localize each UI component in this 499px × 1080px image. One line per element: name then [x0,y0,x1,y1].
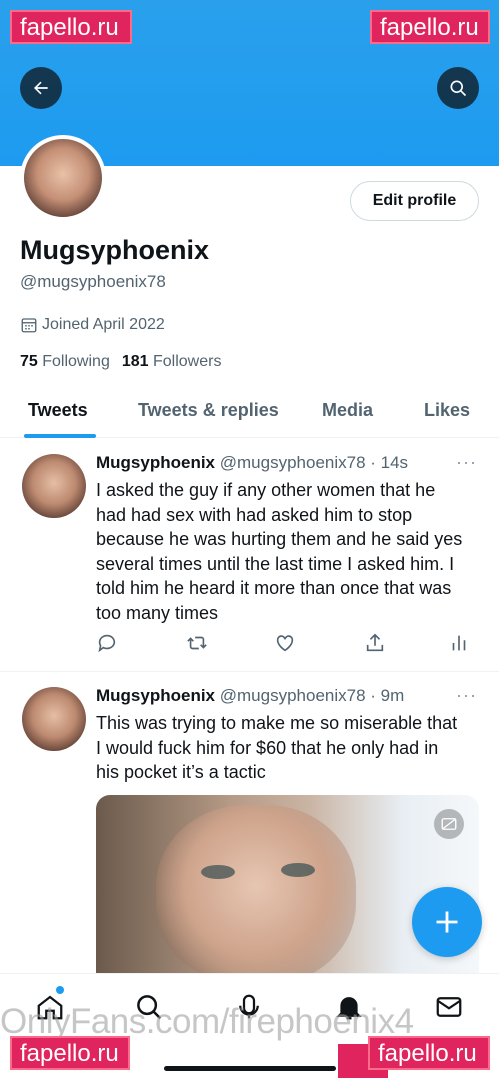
thumbnail-detail [201,865,235,879]
watermark-top-left: fapello.ru [10,10,132,44]
arrow-left-icon [34,81,48,95]
like-icon[interactable] [274,632,296,654]
search-icon [450,80,467,97]
joined-text: Joined April 2022 [42,316,165,333]
thumbnail-detail [281,863,315,877]
edit-profile-button[interactable]: Edit profile [350,181,479,221]
tab-tweets[interactable]: Tweets [28,400,88,421]
watermark-bottom-right: fapello.ru [368,1036,490,1070]
tweet-actions [96,632,476,656]
display-name: Mugsyphoenix [20,235,210,265]
home-notification-dot [56,986,64,994]
followers-label: Followers [153,353,222,370]
tweet-text: I asked the guy if any other women that … [96,480,463,623]
joined-date: Joined April 2022 [20,316,165,334]
followers-link[interactable]: 181 Followers [122,353,222,371]
following-link[interactable]: 75 Following [20,353,110,371]
followers-count: 181 [121,353,149,370]
tweet-header: Mugsyphoenix @mugsyphoenix78 · 14s [96,453,408,473]
tweet-avatar[interactable] [22,687,86,751]
tweet-header: Mugsyphoenix @mugsyphoenix78 · 9m [96,686,404,706]
back-button[interactable] [20,67,62,109]
tab-likes[interactable]: Likes [424,400,470,421]
analytics-icon[interactable] [448,632,470,654]
retweet-icon[interactable] [186,632,208,654]
tab-media[interactable]: Media [322,400,373,421]
profile-tabs: Tweets Tweets & replies Media Likes [0,388,499,438]
tweet[interactable]: Mugsyphoenix @mugsyphoenix78 · 14s ··· I… [0,440,499,672]
calendar-icon [21,318,37,333]
tweet-avatar[interactable] [22,454,86,518]
profile-handle: @mugsyphoenix78 [20,272,166,291]
share-icon[interactable] [364,632,386,654]
cc-icon [441,818,457,830]
following-count: 75 [20,353,38,370]
tweet-meta: @mugsyphoenix78 · 9m [219,686,405,705]
more-options-icon[interactable]: ··· [456,452,477,473]
tweet-text: This was trying to make me so miserable … [96,713,458,782]
captions-icon[interactable] [434,809,464,839]
compose-tweet-button[interactable] [412,887,482,957]
reply-icon[interactable] [96,632,118,654]
follow-stats: 75 Following 181 Followers [20,353,221,371]
profile-avatar[interactable] [20,135,106,221]
tab-tweets-and-replies[interactable]: Tweets & replies [138,400,279,421]
plus-icon [436,911,458,933]
watermark-bottom-left: fapello.ru [10,1036,130,1070]
tweet-author-name[interactable]: Mugsyphoenix [96,686,215,705]
video-thumbnail [156,805,356,973]
tweet-author-name[interactable]: Mugsyphoenix [96,453,215,472]
more-options-icon[interactable]: ··· [456,685,477,706]
tweet-meta: @mugsyphoenix78 · 14s [219,453,409,472]
active-tab-indicator [24,434,96,438]
following-label: Following [42,353,110,370]
home-indicator[interactable] [164,1066,336,1071]
watermark-top-right: fapello.ru [370,10,490,44]
search-button[interactable] [437,67,479,109]
